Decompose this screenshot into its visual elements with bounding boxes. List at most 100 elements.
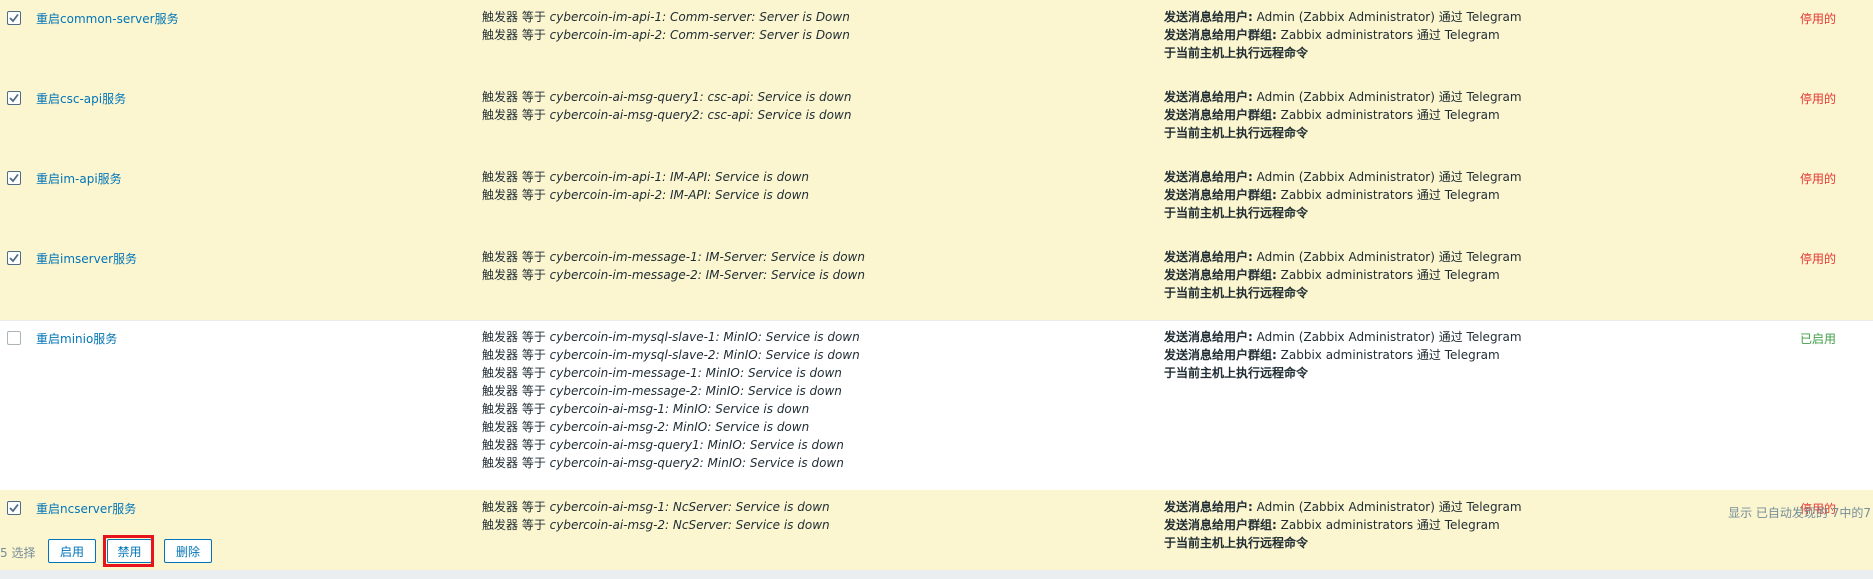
row-checkbox[interactable] bbox=[7, 251, 21, 265]
operations-cell: 发送消息给用户: Admin (Zabbix Administrator) 通过… bbox=[1164, 248, 1522, 302]
operation-group-label: 发送消息给用户群组: bbox=[1164, 188, 1277, 202]
row-checkbox[interactable] bbox=[7, 331, 21, 345]
disable-button-highlight bbox=[103, 535, 154, 567]
condition-line: 触发器 等于 cybercoin-ai-msg-query1: MinIO: S… bbox=[482, 436, 860, 454]
action-name-link[interactable]: 重启csc-api服务 bbox=[36, 90, 126, 107]
condition-value: cybercoin-im-api-2: Comm-server: Server … bbox=[549, 28, 850, 42]
condition-label: 触发器 等于 bbox=[482, 28, 546, 42]
table-row: 重启common-server服务 触发器 等于 cybercoin-im-api… bbox=[0, 0, 1873, 81]
condition-label: 触发器 等于 bbox=[482, 268, 546, 282]
condition-value: cybercoin-im-message-1: IM-Server: Servi… bbox=[549, 250, 865, 264]
action-name-link[interactable]: 重启ncserver服务 bbox=[36, 500, 136, 517]
condition-value: cybercoin-ai-msg-1: NcServer: Service is… bbox=[549, 500, 830, 514]
operation-user: 发送消息给用户: Admin (Zabbix Administrator) 通过… bbox=[1164, 168, 1522, 186]
operation-user-value: Admin (Zabbix Administrator) 通过 Telegram bbox=[1256, 170, 1522, 184]
operation-user-label: 发送消息给用户: bbox=[1164, 10, 1253, 24]
operation-group-value: Zabbix administrators 通过 Telegram bbox=[1280, 188, 1500, 202]
conditions-cell: 触发器 等于 cybercoin-im-api-1: Comm-server: … bbox=[482, 8, 850, 44]
row-checkbox[interactable] bbox=[7, 11, 21, 25]
checkmark-icon bbox=[9, 173, 19, 183]
conditions-cell: 触发器 等于 cybercoin-im-mysql-slave-1: MinIO… bbox=[482, 328, 860, 472]
condition-label: 触发器 等于 bbox=[482, 170, 546, 184]
condition-line: 触发器 等于 cybercoin-ai-msg-1: NcServer: Ser… bbox=[482, 498, 830, 516]
operation-group: 发送消息给用户群组: Zabbix administrators 通过 Tele… bbox=[1164, 106, 1522, 124]
row-checkbox[interactable] bbox=[7, 91, 21, 105]
operation-remote-command: 于当前主机上执行远程命令 bbox=[1164, 284, 1522, 302]
action-name-link[interactable]: 重启common-server服务 bbox=[36, 10, 179, 27]
table-row: 重启minio服务 触发器 等于 cybercoin-im-mysql-slave… bbox=[0, 320, 1873, 491]
enable-button[interactable]: 启用 bbox=[48, 539, 96, 563]
operation-user: 发送消息给用户: Admin (Zabbix Administrator) 通过… bbox=[1164, 88, 1522, 106]
operation-group-label: 发送消息给用户群组: bbox=[1164, 28, 1277, 42]
operation-user-value: Admin (Zabbix Administrator) 通过 Telegram bbox=[1256, 500, 1522, 514]
operation-remote-command-label: 于当前主机上执行远程命令 bbox=[1164, 126, 1309, 140]
mass-action-bar bbox=[0, 527, 1873, 579]
condition-line: 触发器 等于 cybercoin-im-mysql-slave-2: MinIO… bbox=[482, 346, 860, 364]
condition-line: 触发器 等于 cybercoin-im-message-1: IM-Server… bbox=[482, 248, 865, 266]
condition-line: 触发器 等于 cybercoin-ai-msg-query2: MinIO: S… bbox=[482, 454, 860, 472]
condition-value: cybercoin-ai-msg-2: MinIO: Service is do… bbox=[549, 420, 810, 434]
row-checkbox[interactable] bbox=[7, 171, 21, 185]
condition-value: cybercoin-im-message-2: IM-Server: Servi… bbox=[549, 268, 865, 282]
operations-cell: 发送消息给用户: Admin (Zabbix Administrator) 通过… bbox=[1164, 168, 1522, 222]
status-toggle[interactable]: 停用的 bbox=[1800, 170, 1836, 187]
checkmark-icon bbox=[9, 13, 19, 23]
operation-group: 发送消息给用户群组: Zabbix administrators 通过 Tele… bbox=[1164, 186, 1522, 204]
condition-value: cybercoin-im-mysql-slave-2: MinIO: Servi… bbox=[549, 348, 860, 362]
condition-line: 触发器 等于 cybercoin-im-api-2: IM-API: Servi… bbox=[482, 186, 809, 204]
delete-button[interactable]: 删除 bbox=[164, 539, 212, 563]
operation-remote-command: 于当前主机上执行远程命令 bbox=[1164, 44, 1522, 62]
conditions-cell: 触发器 等于 cybercoin-ai-msg-query1: csc-api:… bbox=[482, 88, 851, 124]
condition-value: cybercoin-im-api-1: Comm-server: Server … bbox=[549, 10, 850, 24]
condition-label: 触发器 等于 bbox=[482, 330, 546, 344]
operation-remote-command: 于当前主机上执行远程命令 bbox=[1164, 204, 1522, 222]
condition-line: 触发器 等于 cybercoin-ai-msg-2: MinIO: Servic… bbox=[482, 418, 860, 436]
table-row: 重启im-api服务 触发器 等于 cybercoin-im-api-1: IM-… bbox=[0, 160, 1873, 241]
operation-group-value: Zabbix administrators 通过 Telegram bbox=[1280, 28, 1500, 42]
action-name-link[interactable]: 重启imserver服务 bbox=[36, 250, 137, 267]
action-name-link[interactable]: 重启minio服务 bbox=[36, 330, 117, 347]
operation-user-label: 发送消息给用户: bbox=[1164, 250, 1253, 264]
status-toggle[interactable]: 停用的 bbox=[1800, 10, 1836, 27]
condition-value: cybercoin-im-api-1: IM-API: Service is d… bbox=[549, 170, 809, 184]
condition-label: 触发器 等于 bbox=[482, 90, 546, 104]
condition-label: 触发器 等于 bbox=[482, 438, 546, 452]
operation-user: 发送消息给用户: Admin (Zabbix Administrator) 通过… bbox=[1164, 8, 1522, 26]
condition-label: 触发器 等于 bbox=[482, 384, 546, 398]
condition-line: 触发器 等于 cybercoin-ai-msg-query2: csc-api:… bbox=[482, 106, 851, 124]
operations-cell: 发送消息给用户: Admin (Zabbix Administrator) 通过… bbox=[1164, 328, 1522, 382]
condition-label: 触发器 等于 bbox=[482, 366, 546, 380]
operation-group-label: 发送消息给用户群组: bbox=[1164, 268, 1277, 282]
row-checkbox[interactable] bbox=[7, 501, 21, 515]
condition-line: 触发器 等于 cybercoin-im-message-2: IM-Server… bbox=[482, 266, 865, 284]
operation-group-label: 发送消息给用户群组: bbox=[1164, 348, 1277, 362]
operations-cell: 发送消息给用户: Admin (Zabbix Administrator) 通过… bbox=[1164, 88, 1522, 142]
operation-remote-command-label: 于当前主机上执行远程命令 bbox=[1164, 366, 1309, 380]
operation-user-label: 发送消息给用户: bbox=[1164, 330, 1253, 344]
condition-line: 触发器 等于 cybercoin-im-api-1: Comm-server: … bbox=[482, 8, 850, 26]
action-name-link[interactable]: 重启im-api服务 bbox=[36, 170, 122, 187]
condition-value: cybercoin-im-message-2: MinIO: Service i… bbox=[549, 384, 842, 398]
operation-group-value: Zabbix administrators 通过 Telegram bbox=[1280, 108, 1500, 122]
condition-line: 触发器 等于 cybercoin-im-message-1: MinIO: Se… bbox=[482, 364, 860, 382]
operation-user-value: Admin (Zabbix Administrator) 通过 Telegram bbox=[1256, 250, 1522, 264]
condition-value: cybercoin-im-mysql-slave-1: MinIO: Servi… bbox=[549, 330, 860, 344]
condition-label: 触发器 等于 bbox=[482, 500, 546, 514]
table-footer-info: 显示 已自动发现的 7中的7 bbox=[1728, 506, 1871, 520]
condition-line: 触发器 等于 cybercoin-ai-msg-query1: csc-api:… bbox=[482, 88, 851, 106]
operation-user: 发送消息给用户: Admin (Zabbix Administrator) 通过… bbox=[1164, 328, 1522, 346]
conditions-cell: 触发器 等于 cybercoin-im-api-1: IM-API: Servi… bbox=[482, 168, 809, 204]
status-toggle[interactable]: 停用的 bbox=[1800, 250, 1836, 267]
operation-remote-command-label: 于当前主机上执行远程命令 bbox=[1164, 286, 1309, 300]
condition-line: 触发器 等于 cybercoin-im-message-2: MinIO: Se… bbox=[482, 382, 860, 400]
conditions-cell: 触发器 等于 cybercoin-im-message-1: IM-Server… bbox=[482, 248, 865, 284]
condition-label: 触发器 等于 bbox=[482, 10, 546, 24]
actions-table: 重启common-server服务 触发器 等于 cybercoin-im-api… bbox=[0, 0, 1873, 571]
operation-group-label: 发送消息给用户群组: bbox=[1164, 108, 1277, 122]
condition-label: 触发器 等于 bbox=[482, 188, 546, 202]
status-toggle[interactable]: 已启用 bbox=[1800, 330, 1836, 347]
condition-value: cybercoin-im-api-2: IM-API: Service is d… bbox=[549, 188, 809, 202]
operations-cell: 发送消息给用户: Admin (Zabbix Administrator) 通过… bbox=[1164, 8, 1522, 62]
status-toggle[interactable]: 停用的 bbox=[1800, 90, 1836, 107]
condition-value: cybercoin-im-message-1: MinIO: Service i… bbox=[549, 366, 842, 380]
